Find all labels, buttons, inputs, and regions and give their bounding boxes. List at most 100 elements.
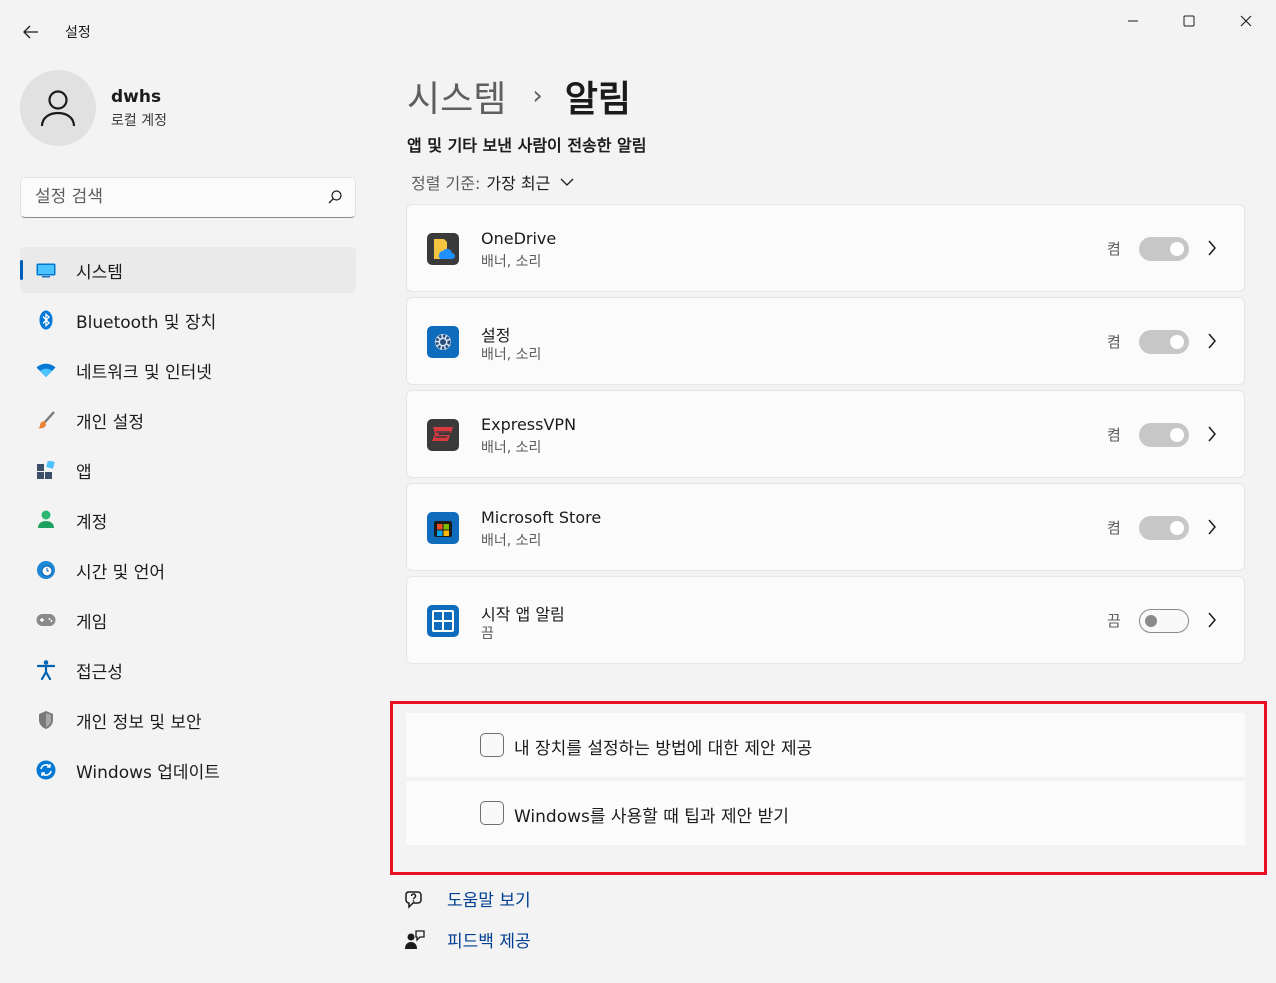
maximize-icon: [1183, 15, 1195, 27]
bluetooth-icon: [36, 310, 56, 330]
help-icon: [405, 890, 422, 909]
search-box: [20, 177, 356, 218]
app-notification-card[interactable]: Microsoft Store 배너, 소리 켬: [406, 483, 1245, 571]
highlight-box: [390, 701, 1267, 875]
title-bar: 설정: [0, 0, 1276, 60]
app-notification-card[interactable]: ExpressVPN 배너, 소리 켬: [406, 390, 1245, 478]
chevron-right-icon[interactable]: [1207, 425, 1217, 443]
sidebar-item-label: 개인 설정: [76, 412, 144, 433]
notification-toggle[interactable]: [1139, 423, 1189, 447]
sidebar-item-label: 시간 및 언어: [76, 562, 166, 583]
close-icon: [1240, 15, 1252, 27]
sidebar-item-label: 개인 정보 및 보안: [76, 712, 202, 733]
sidebar-item-windows-update[interactable]: Windows 업데이트: [20, 747, 356, 793]
toggle-state-label: 켬: [1107, 240, 1121, 258]
section-title: 앱 및 기타 보낸 사람이 전송한 알림: [407, 136, 647, 155]
update-icon: [36, 760, 56, 780]
feedback-link-label: 피드백 제공: [447, 932, 531, 952]
minimize-button[interactable]: [1110, 6, 1156, 36]
breadcrumb: 시스템 › 알림: [407, 70, 631, 122]
sidebar-item-label: 시스템: [76, 262, 123, 283]
app-subtitle: 배너, 소리: [481, 254, 542, 270]
wifi-icon: [36, 360, 56, 380]
sidebar-item-network[interactable]: 네트워크 및 인터넷: [20, 347, 356, 393]
sidebar-item-label: Bluetooth 및 장치: [76, 312, 217, 333]
sidebar-item-accounts[interactable]: 계정: [20, 497, 356, 543]
toggle-state-label: 켬: [1107, 333, 1121, 351]
app-name: OneDrive: [481, 229, 557, 248]
app-notification-card[interactable]: 설정 배너, 소리 켬: [406, 297, 1245, 385]
user-profile[interactable]: dwhs 로컬 계정: [20, 70, 167, 146]
notification-toggle[interactable]: [1139, 237, 1189, 261]
help-link-label: 도움말 보기: [447, 891, 531, 911]
maximize-button[interactable]: [1166, 6, 1212, 36]
shield-icon: [36, 710, 56, 730]
apps-icon: [36, 460, 56, 480]
chevron-right-icon[interactable]: [1207, 239, 1217, 257]
chevron-right-icon[interactable]: [1207, 611, 1217, 629]
app-subtitle: 배너, 소리: [481, 347, 542, 363]
app-notification-card[interactable]: 시작 앱 알림 끔 끔: [406, 576, 1245, 664]
feedback-link[interactable]: 피드백 제공: [405, 927, 531, 952]
sidebar-item-accessibility[interactable]: 접근성: [20, 647, 356, 693]
settings-gear-icon: [427, 326, 459, 358]
minimize-icon: [1128, 20, 1138, 22]
sidebar-item-personalization[interactable]: 개인 설정: [20, 397, 356, 443]
app-title: 설정: [65, 25, 91, 41]
onedrive-icon: [427, 233, 459, 265]
page-title: 알림: [564, 79, 632, 120]
chevron-right-icon[interactable]: [1207, 518, 1217, 536]
sidebar-item-time-language[interactable]: 시간 및 언어: [20, 547, 356, 593]
sidebar-nav: 시스템 Bluetooth 및 장치 네트워크 및 인터넷 개인 설정 앱 계정…: [20, 247, 356, 797]
app-name: 시작 앱 알림: [481, 605, 565, 624]
toggle-state-label: 끔: [1107, 612, 1121, 630]
avatar: [20, 70, 96, 146]
person-avatar-icon: [40, 90, 76, 127]
chevron-right-icon[interactable]: [1207, 332, 1217, 350]
back-button[interactable]: [16, 18, 46, 46]
sort-value: 가장 최근: [486, 174, 551, 193]
app-notification-card[interactable]: OneDrive 배너, 소리 켬: [406, 204, 1245, 292]
person-icon: [36, 510, 56, 530]
app-name: Microsoft Store: [481, 508, 602, 527]
toggle-state-label: 켬: [1107, 519, 1121, 537]
profile-account-type: 로컬 계정: [111, 112, 167, 129]
breadcrumb-separator: ›: [532, 81, 543, 111]
toggle-state-label: 켬: [1107, 426, 1121, 444]
breadcrumb-parent[interactable]: 시스템: [407, 70, 506, 122]
sidebar-item-label: 접근성: [76, 662, 123, 683]
sidebar-item-apps[interactable]: 앱: [20, 447, 356, 493]
sort-label: 정렬 기준:: [411, 174, 481, 193]
sidebar-item-label: 네트워크 및 인터넷: [76, 362, 212, 383]
sort-dropdown[interactable]: 정렬 기준: 가장 최근: [411, 170, 574, 194]
paintbrush-icon: [36, 410, 56, 430]
sidebar-item-bluetooth[interactable]: Bluetooth 및 장치: [20, 297, 356, 343]
profile-name: dwhs: [111, 86, 162, 107]
sidebar-item-privacy[interactable]: 개인 정보 및 보안: [20, 697, 356, 743]
notification-toggle[interactable]: [1139, 609, 1189, 633]
sidebar-item-label: Windows 업데이트: [76, 762, 220, 783]
sidebar-item-label: 계정: [76, 512, 108, 533]
search-input[interactable]: [35, 186, 315, 208]
gamepad-icon: [36, 610, 56, 630]
close-button[interactable]: [1223, 6, 1269, 36]
sidebar-item-system[interactable]: 시스템: [20, 247, 356, 293]
feedback-icon: [405, 929, 425, 949]
back-arrow-icon: [23, 25, 38, 39]
monitor-icon: [36, 260, 56, 280]
notification-toggle[interactable]: [1139, 516, 1189, 540]
startup-apps-icon: [427, 605, 459, 637]
sidebar-item-label: 앱: [76, 462, 92, 483]
search-icon[interactable]: [327, 189, 343, 205]
notification-toggle[interactable]: [1139, 330, 1189, 354]
accessibility-icon: [36, 660, 56, 680]
app-subtitle: 배너, 소리: [481, 440, 542, 456]
app-subtitle: 끔: [481, 626, 494, 642]
help-link[interactable]: 도움말 보기: [405, 886, 531, 911]
chevron-down-icon: [560, 178, 574, 186]
app-name: ExpressVPN: [481, 415, 577, 434]
store-icon: [427, 512, 459, 544]
sidebar-item-label: 게임: [76, 612, 108, 633]
sidebar-item-gaming[interactable]: 게임: [20, 597, 356, 643]
globe-clock-icon: [36, 560, 56, 580]
